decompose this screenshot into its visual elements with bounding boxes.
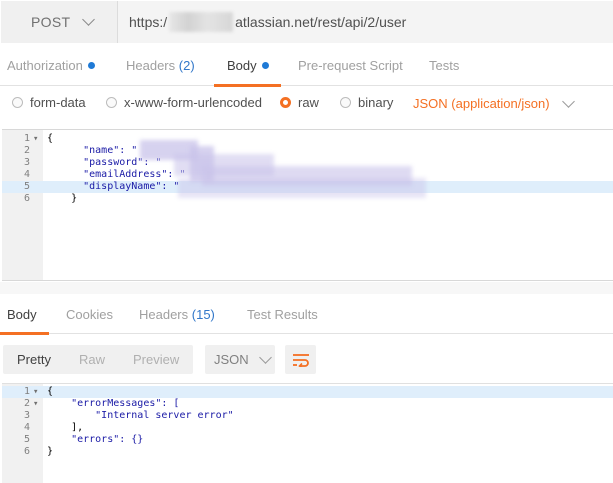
url-prefix: https:/ [129, 14, 168, 30]
radio-form-data[interactable]: form-data [12, 95, 86, 110]
url-suffix: atlassian.net/rest/api/2/user [235, 14, 407, 30]
code-line: 1 ▾{ [23, 133, 54, 145]
response-toolbar: Pretty Raw Preview JSON [0, 334, 613, 383]
response-tabs: Body Cookies Headers (15) Test Results [0, 294, 613, 335]
radio-x-www-form-urlencoded[interactable]: x-www-form-urlencoded [106, 95, 262, 110]
tab-label: Authorization [7, 58, 83, 73]
radio-binary[interactable]: binary [340, 95, 393, 110]
request-tabs: Authorization Headers (2) Body Pre-reque… [0, 44, 613, 87]
code-line-active: 1 ▾{ [2, 386, 613, 398]
code-line: 2 ▾ "errorMessages": [ [23, 398, 180, 410]
redacted-blur [178, 178, 426, 198]
pane-divider[interactable] [0, 282, 613, 294]
code-line: 5 "errors": {} [23, 434, 144, 445]
tab-body[interactable]: Body [214, 44, 281, 87]
tab-label: Test Results [247, 307, 318, 322]
code-line: 6} [23, 446, 54, 457]
request-body-editor[interactable]: 1 ▾{ 2 "name": " 3 "password": " 4 "email… [2, 129, 613, 281]
tab-headers[interactable]: Headers (2) [126, 44, 195, 86]
tab-label: Pre-request Script [298, 58, 403, 73]
content-type-label: JSON (application/json) [413, 96, 550, 111]
radio-selected-icon [280, 97, 291, 108]
tab-label: Body [7, 307, 37, 322]
radio-circle-icon [106, 97, 117, 108]
view-mode-switch: Pretty Raw Preview [3, 345, 194, 374]
chevron-down-icon [258, 350, 272, 364]
redacted-blur [169, 12, 234, 32]
view-pretty-button[interactable]: Pretty [3, 345, 65, 374]
code-line: 2 "name": " [23, 145, 138, 156]
fold-arrow-icon[interactable]: ▾ [33, 386, 41, 398]
method-select[interactable]: POST [1, 1, 118, 43]
format-label: JSON [214, 352, 249, 367]
fold-arrow-icon[interactable]: ▾ [33, 133, 41, 145]
tab-count: (2) [178, 58, 195, 73]
tab-count: (15) [191, 307, 215, 322]
tab-tests[interactable]: Tests [429, 44, 459, 86]
radio-label: binary [358, 95, 394, 110]
tab-label: Tests [429, 58, 460, 73]
url-bar: POST https:/ atlassian.net/rest/api/2/us… [0, 0, 613, 44]
tab-test-results[interactable]: Test Results [247, 294, 318, 334]
wrap-lines-icon [292, 353, 309, 367]
content-type-select[interactable]: JSON (application/json) [413, 94, 575, 111]
tab-label: Cookies [66, 307, 113, 322]
url-input[interactable]: https:/ atlassian.net/rest/api/2/user [118, 1, 613, 43]
tab-cookies[interactable]: Cookies [66, 294, 113, 334]
tab-authorization[interactable]: Authorization [7, 44, 95, 86]
response-body-viewer[interactable]: 1 ▾{ 2 ▾ "errorMessages": [ 3 "Internal se… [2, 383, 613, 483]
radio-label: raw [298, 95, 319, 110]
chevron-down-icon [82, 13, 96, 26]
modified-dot-icon [87, 62, 95, 69]
code-line: 4 ], [23, 422, 84, 433]
format-select[interactable]: JSON [205, 345, 275, 374]
fold-arrow-icon[interactable]: ▾ [33, 398, 41, 410]
tab-response-body[interactable]: Body [0, 294, 49, 335]
radio-raw[interactable]: raw [280, 95, 319, 110]
radio-label: x-www-form-urlencoded [124, 95, 262, 110]
tab-response-headers[interactable]: Headers (15) [139, 294, 215, 334]
view-preview-button[interactable]: Preview [119, 345, 193, 374]
wrap-lines-button[interactable] [285, 345, 316, 374]
radio-circle-icon [340, 97, 351, 108]
body-type-row: form-data x-www-form-urlencoded raw bina… [0, 87, 613, 121]
tab-label: Body [227, 58, 257, 73]
code-line: 3 "Internal server error" [23, 410, 234, 421]
view-raw-button[interactable]: Raw [65, 345, 119, 374]
method-label: POST [31, 14, 71, 30]
tab-label: Headers [139, 307, 189, 322]
modified-dot-icon [261, 62, 269, 69]
tab-label: Headers [126, 58, 176, 73]
tab-pre-request-script[interactable]: Pre-request Script [298, 44, 403, 86]
chevron-down-icon [561, 94, 575, 108]
radio-label: form-data [30, 95, 86, 110]
radio-circle-icon [12, 97, 23, 108]
